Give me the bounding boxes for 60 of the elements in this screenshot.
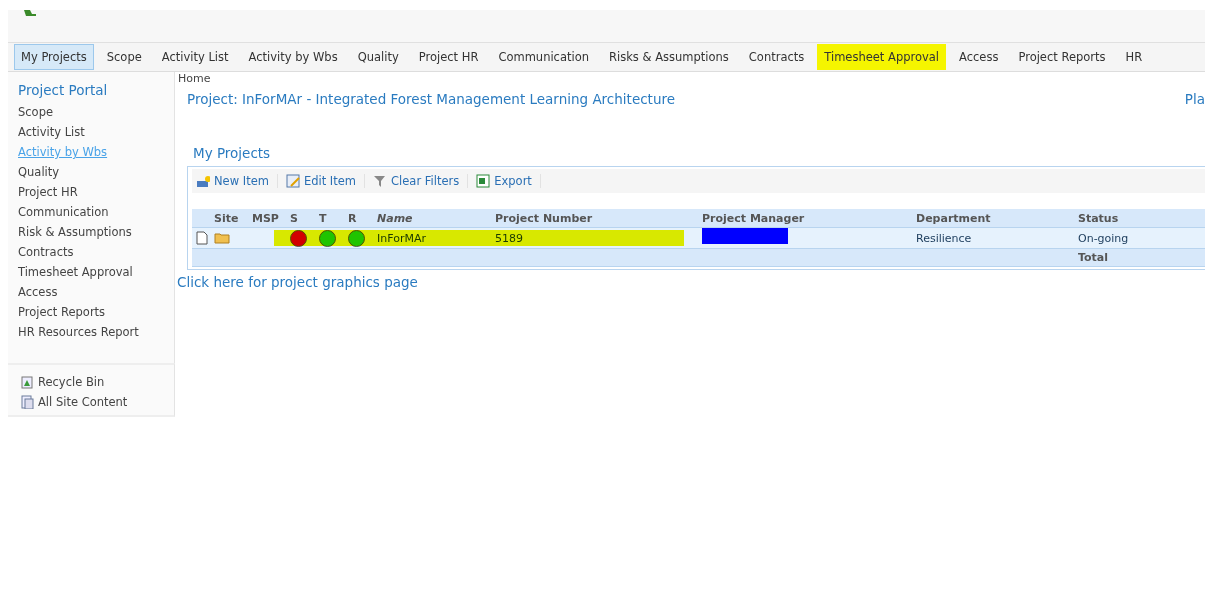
nav-tab[interactable]: Project Reports [1011,44,1113,70]
toolbar-button[interactable]: New Item [196,174,278,188]
column-header[interactable]: Name [377,211,495,225]
column-header[interactable]: Department [916,211,1078,225]
column-header[interactable]: R [348,211,377,225]
column-header[interactable]: Site [214,211,252,225]
sidebar-link[interactable]: Recycle Bin [20,375,174,389]
edit-icon [285,174,300,188]
breadcrumb[interactable]: Home [178,72,1205,85]
logo-icon [24,10,38,16]
sidebar-item[interactable]: Project HR [18,185,174,199]
toolbar-button[interactable]: Edit Item [285,174,366,188]
spreadsheet-icon [476,174,491,188]
sidebar-title[interactable]: Project Portal [18,82,174,98]
toolbar-button[interactable]: Export [476,174,541,188]
nav-tab[interactable]: Project HR [411,44,486,70]
nav-tab[interactable]: Communication [491,44,597,70]
list-title: My Projects [193,145,272,161]
document-icon [196,231,208,245]
sidebar-item[interactable]: Access [18,285,174,299]
toolbar-button[interactable]: Clear Filters [373,174,469,188]
column-header[interactable]: Project Manager [702,211,916,225]
documents-icon [20,395,34,409]
nav-tab[interactable]: Activity List [154,44,236,70]
new-item-icon [196,174,210,188]
nav-tab[interactable]: Activity by Wbs [241,44,345,70]
folder-icon [214,232,230,244]
project-title: Project: InForMAr - Integrated Forest Management Learning Architecture [187,91,676,107]
nav-tab[interactable]: Scope [99,44,149,70]
sidebar-item[interactable]: Quality [18,165,174,179]
sidebar-item[interactable]: Project Reports [18,305,174,319]
nav-tab[interactable]: HR [1118,44,1150,70]
sidebar-link[interactable]: All Site Content [20,395,174,409]
total-label: Total [1078,251,1110,264]
table-cell-text: On-going [1078,231,1130,245]
column-header[interactable]: Status [1078,211,1205,225]
nav-tab[interactable]: Contracts [741,44,812,70]
filter-icon [373,174,388,188]
recycle-bin-icon [20,375,34,389]
table-cell-text: 5189 [495,231,524,245]
nav-tab[interactable]: Quality [350,44,406,70]
nav-tab[interactable]: Access [952,44,1006,70]
sidebar-item[interactable]: HR Resources Report [18,325,174,339]
nav-tab[interactable]: My Projects [14,44,94,70]
sidebar-item[interactable]: Activity List [18,125,174,139]
table-cell-text: InForMAr [377,231,427,245]
column-header[interactable]: MSP [252,211,290,225]
sidebar-item[interactable]: Contracts [18,245,174,259]
graphics-link[interactable]: Click here for project graphics page [177,274,1205,290]
nav-tab[interactable]: Risks & Assumptions [602,44,736,70]
column-header[interactable]: Project Number [495,211,702,225]
table-cell-text: Resilience [916,231,973,245]
sidebar-item[interactable]: Timesheet Approval [18,265,174,279]
column-header[interactable]: S [290,211,319,225]
sidebar-item[interactable]: Risk & Assumptions [18,225,174,239]
page-link[interactable]: Pla [1184,91,1205,107]
nav-tab[interactable]: Timesheet Approval [817,44,947,70]
sidebar-item[interactable]: Communication [18,205,174,219]
column-header[interactable]: T [319,211,348,225]
sidebar-item[interactable]: Scope [18,105,174,119]
